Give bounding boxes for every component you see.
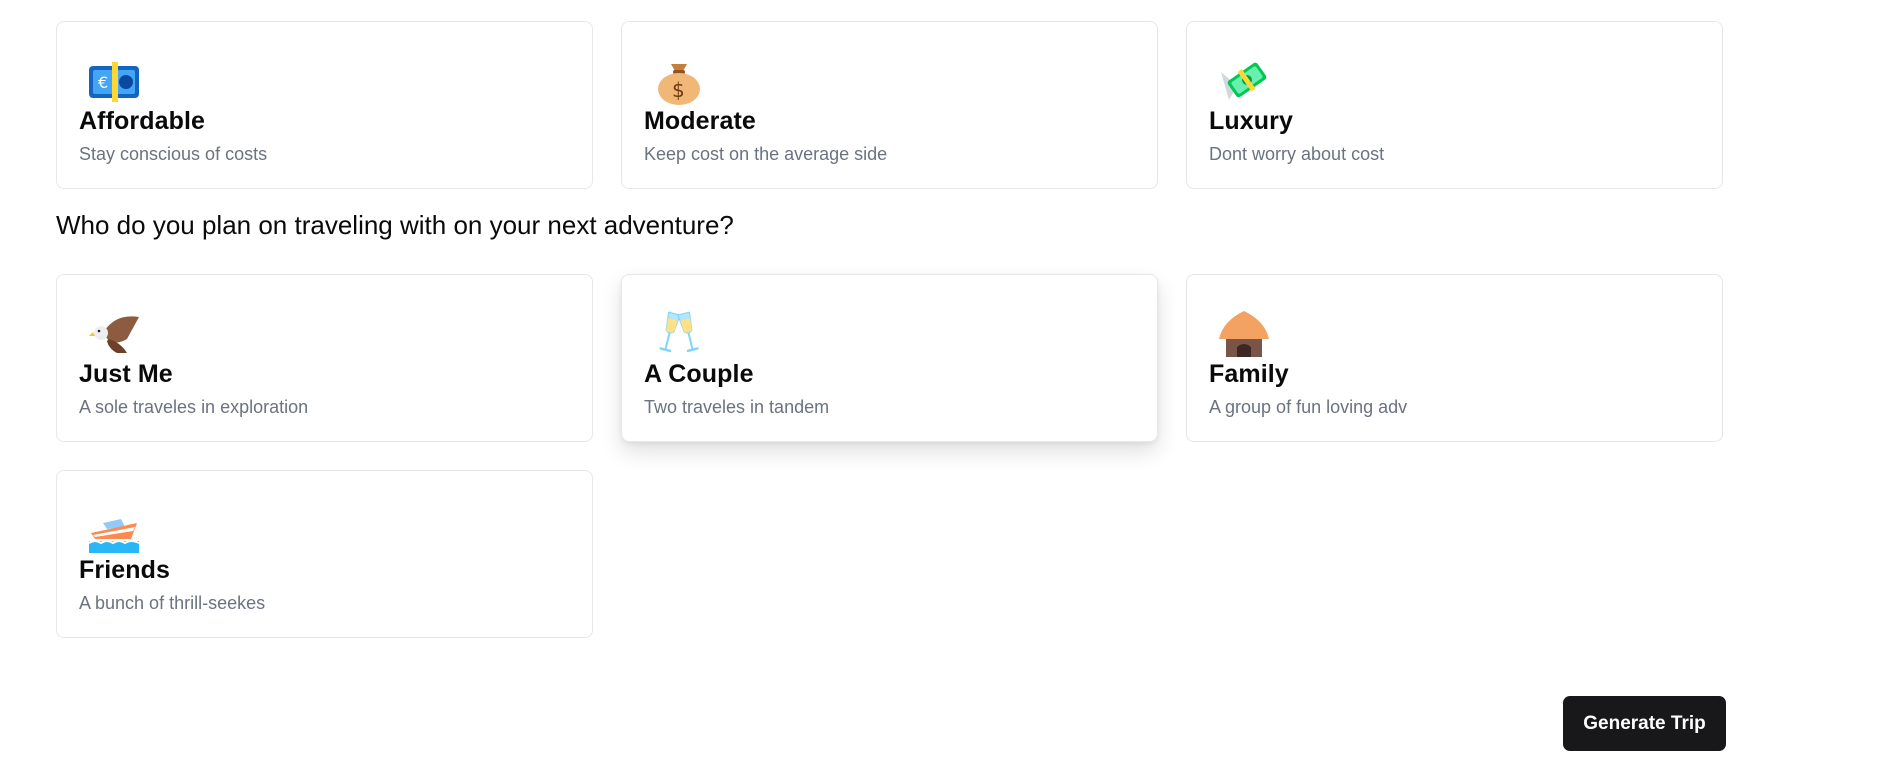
card-description: Dont worry about cost <box>1209 144 1385 164</box>
generate-trip-button[interactable]: Generate Trip <box>1563 696 1726 751</box>
trip-planner-page: € Affordable Stay conscious of costs $ M… <box>0 0 1892 777</box>
traveler-card-friends[interactable]: Friends A bunch of thrill-seekes <box>56 470 593 638</box>
travelers-options-grid: Just Me A sole traveles in exploration A… <box>56 274 1723 638</box>
card-title: Luxury <box>1209 107 1293 135</box>
card-description: Stay conscious of costs <box>79 144 268 164</box>
money-with-wings-icon <box>1217 56 1271 106</box>
card-title: A Couple <box>644 360 754 388</box>
card-description: A bunch of thrill-seekes <box>79 593 266 613</box>
traveler-card-a-couple[interactable]: A Couple Two traveles in tandem <box>621 274 1158 442</box>
money-bag-icon: $ <box>652 56 706 106</box>
hut-icon <box>1217 309 1271 359</box>
budget-card-luxury[interactable]: Luxury Dont worry about cost <box>1186 21 1723 189</box>
budget-options-grid: € Affordable Stay conscious of costs $ M… <box>56 21 1723 189</box>
card-title: Affordable <box>79 107 205 135</box>
card-description: Two traveles in tandem <box>644 397 830 417</box>
traveler-card-family[interactable]: Family A group of fun loving adv <box>1186 274 1723 442</box>
budget-card-moderate[interactable]: $ Moderate Keep cost on the average side <box>621 21 1158 189</box>
clinking-glasses-icon <box>652 309 706 359</box>
svg-text:$: $ <box>672 78 685 102</box>
traveler-card-just-me[interactable]: Just Me A sole traveles in exploration <box>56 274 593 442</box>
budget-card-affordable[interactable]: € Affordable Stay conscious of costs <box>56 21 593 189</box>
card-title: Friends <box>79 556 170 584</box>
card-description: Keep cost on the average side <box>644 144 888 164</box>
card-title: Family <box>1209 360 1289 388</box>
euro-banknote-icon: € <box>87 56 141 106</box>
speedboat-icon <box>87 505 141 555</box>
svg-text:€: € <box>98 73 108 92</box>
card-title: Moderate <box>644 107 756 135</box>
travelers-section-heading: Who do you plan on traveling with on you… <box>56 210 734 240</box>
card-description: A group of fun loving adv <box>1209 397 1408 417</box>
card-description: A sole traveles in exploration <box>79 397 309 417</box>
eagle-icon <box>87 309 141 359</box>
card-title: Just Me <box>79 360 173 388</box>
